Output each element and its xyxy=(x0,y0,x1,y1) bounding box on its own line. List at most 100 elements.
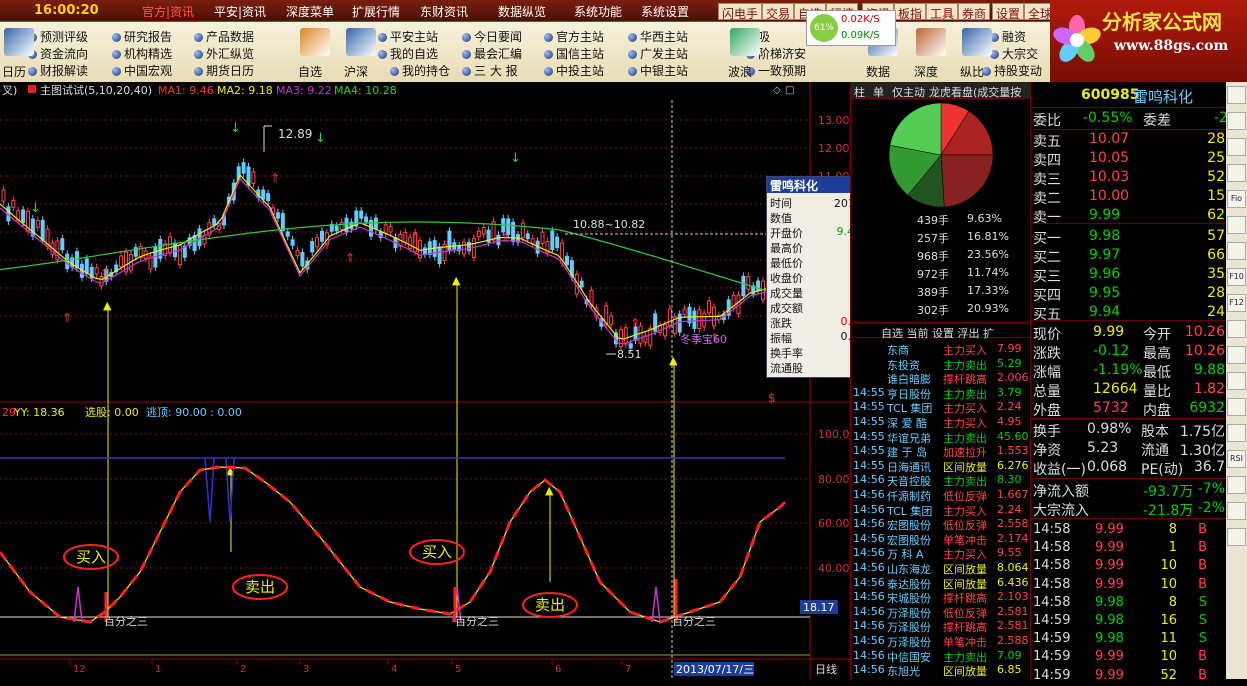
monitor-row[interactable]: 14:56 仟源制药 低位反弹 1.667 xyxy=(851,488,1031,503)
side-tool-button[interactable] xyxy=(1227,502,1246,520)
monitor-row[interactable]: 14:55 华谊兄弟 主力卖出 45.60 xyxy=(851,430,1031,445)
tab-dragon-tiger[interactable]: 龙虎看盘(成交量按 xyxy=(929,84,1021,100)
toolbar-item[interactable]: 官方主站 xyxy=(544,28,604,45)
broker-button[interactable]: 券商 xyxy=(958,3,991,21)
toolbar-item[interactable]: 今日要闻 xyxy=(462,28,522,45)
side-tool-button[interactable]: Fio xyxy=(1227,190,1246,208)
toolbar-big-icon[interactable] xyxy=(730,28,760,56)
monitor-row[interactable]: 14:55 日海通讯 区间放量 6.276 xyxy=(851,459,1031,474)
side-tool-button[interactable] xyxy=(1227,216,1246,234)
toolbar-item[interactable]: 广发主站 xyxy=(628,45,688,62)
tab-order[interactable]: 单 xyxy=(873,84,884,100)
toolbar-big-icon[interactable] xyxy=(346,28,376,56)
toolbar-item[interactable]: 我的持仓 xyxy=(390,62,450,79)
toolbar-big-label[interactable]: 自选 xyxy=(298,63,322,80)
tools-button[interactable]: 工具 xyxy=(926,3,959,21)
trade-button[interactable]: 交易 xyxy=(762,3,795,21)
toolbar-item[interactable]: 三 大 报 xyxy=(462,62,518,79)
toolbar-big-label[interactable]: 日历 xyxy=(2,63,26,80)
toolbar-item[interactable]: 我的自选 xyxy=(378,45,438,62)
toolbar-big-label[interactable]: 波浪 xyxy=(728,63,752,80)
side-tool-button[interactable] xyxy=(1227,372,1246,390)
monitor-row[interactable]: 14:55 亨日股份 主力卖出 3.79 xyxy=(851,386,1031,401)
index-button[interactable]: 板指 xyxy=(894,3,927,21)
monitor-row[interactable]: 14:56 万泽股份 撑杆跳高 2.581 xyxy=(851,619,1031,634)
menu-eastmoney-news[interactable]: 东财资讯 xyxy=(420,3,468,20)
side-tool-button[interactable] xyxy=(1227,242,1246,260)
side-tool-button[interactable] xyxy=(1227,398,1246,416)
menu-official-news[interactable]: 官方|资讯 xyxy=(142,3,194,20)
tab-bar[interactable]: 柱 xyxy=(854,84,865,100)
book-price: 9.95 xyxy=(1089,285,1121,301)
side-tool-button[interactable] xyxy=(1227,138,1246,156)
monitor-row[interactable]: 14:55 TCL 集团 主力买入 2.24 xyxy=(851,400,1031,415)
monitor-row[interactable]: 14:56 TCL 集团 主力买入 2.24 xyxy=(851,503,1031,518)
tab-active[interactable]: 仅主动 xyxy=(892,84,925,100)
toolbar-item[interactable]: 融资 xyxy=(990,28,1026,45)
monitor-row[interactable]: 14:56 宏图股份 低位反弹 2.558 xyxy=(851,517,1031,532)
menu-pingan-news[interactable]: 平安|资讯 xyxy=(214,3,266,20)
toolbar-item[interactable]: 研究报告 xyxy=(112,28,172,45)
monitor-row[interactable]: 14:56 天音控股 主力卖出 8.30 xyxy=(851,473,1031,488)
toolbar-big-label[interactable]: 纵比 xyxy=(960,63,984,80)
toolbar-big-icon[interactable] xyxy=(916,28,946,56)
monitor-row[interactable]: 14:56 万 科 A 主力买入 9.55 xyxy=(851,546,1031,561)
toolbar-item[interactable]: 中国宏观 xyxy=(112,62,172,79)
toolbar-item[interactable]: 机构精选 xyxy=(112,45,172,62)
monitor-row[interactable]: 14:56 东旭光 区间放量 6.85 xyxy=(851,663,1031,678)
monitor-row[interactable]: 东投资 主力卖出 5.29 xyxy=(851,357,1031,372)
side-tool-button[interactable] xyxy=(1227,528,1246,546)
toolbar-item[interactable]: 最会汇编 xyxy=(462,45,522,62)
monitor-row[interactable]: 14:56 中信国安 主力卖出 7.09 xyxy=(851,649,1031,664)
menu-deep[interactable]: 深度菜单 xyxy=(286,3,334,20)
side-tool-button[interactable] xyxy=(1227,86,1246,104)
monitor-row[interactable]: 14:56 万泽股份 低位反弹 2.581 xyxy=(851,605,1031,620)
toolbar-item[interactable]: 预测评级 xyxy=(28,28,88,45)
side-tool-button[interactable] xyxy=(1227,476,1246,494)
monitor-subtabs[interactable]: 自选 当前 设置 浮出 扩 xyxy=(881,325,994,341)
toolbar-big-icon[interactable] xyxy=(300,28,330,56)
toolbar-big-label[interactable]: 深度 xyxy=(914,63,938,80)
toolbar-item[interactable]: 中银主站 xyxy=(628,62,688,79)
side-tool-button[interactable] xyxy=(1227,346,1246,364)
menu-data-overview[interactable]: 数据纵览 xyxy=(498,3,546,20)
side-tool-button[interactable] xyxy=(1227,164,1246,182)
side-tool-button[interactable]: RSI xyxy=(1227,450,1246,468)
menu-system-settings[interactable]: 系统设置 xyxy=(641,3,689,20)
toolbar-item[interactable]: 平安主站 xyxy=(378,28,438,45)
monitor-row[interactable]: 14:56 泰达股份 区间放量 6.436 xyxy=(851,576,1031,591)
monitor-row[interactable]: 14:56 山东海龙 区间放量 8.064 xyxy=(851,561,1031,576)
monitor-row[interactable]: 14:55 深 爱 酷 主力买入 4.95 xyxy=(851,415,1031,430)
toolbar-item[interactable]: 产品数据 xyxy=(194,28,254,45)
toolbar-item[interactable]: 资金流向 xyxy=(28,45,88,62)
toolbar-big-icon[interactable] xyxy=(4,28,34,56)
settings-button[interactable]: 设置 xyxy=(992,3,1025,21)
monitor-row[interactable]: 谁白暗膨 撑杆跳高 2.006 xyxy=(851,371,1031,386)
toolbar-item[interactable]: 一致预期 xyxy=(746,62,806,79)
toolbar-big-label[interactable]: 沪深 xyxy=(344,63,368,80)
toolbar-item[interactable]: 华西主站 xyxy=(628,28,688,45)
monitor-row[interactable]: 14:56 宋城股份 撑杆跳高 2.103 xyxy=(851,590,1031,605)
side-tool-button[interactable] xyxy=(1227,320,1246,338)
menu-system-functions[interactable]: 系统功能 xyxy=(574,3,622,20)
monitor-row[interactable]: 14:56 万泽股份 单笔冲击 2.588 xyxy=(851,634,1031,649)
toolbar-item[interactable]: 中投主站 xyxy=(544,62,604,79)
toolbar-item[interactable]: 大宗交 xyxy=(990,45,1038,62)
menu-extended-quotes[interactable]: 扩展行情 xyxy=(352,3,400,20)
side-tool-button[interactable]: F10 xyxy=(1227,268,1246,286)
side-tool-button[interactable] xyxy=(1227,424,1246,442)
toolbar-big-icon[interactable] xyxy=(962,28,992,56)
flash-trade-button[interactable]: 闪电手 xyxy=(718,3,763,21)
side-tool-button[interactable]: F12 xyxy=(1227,294,1246,312)
toolbar-item[interactable]: 财报解读 xyxy=(28,62,88,79)
monitor-row[interactable]: 14:56 宏图股份 单笔冲击 2.174 xyxy=(851,532,1031,547)
toolbar-item[interactable]: 外汇纵览 xyxy=(194,45,254,62)
side-tool-button[interactable] xyxy=(1227,112,1246,130)
toolbar-big-label[interactable]: 数据 xyxy=(866,63,890,80)
toolbar-item[interactable]: 期货日历 xyxy=(194,62,254,79)
toolbar-item[interactable]: 国信主站 xyxy=(544,45,604,62)
monitor-row[interactable]: 东商 主力买入 7.99 xyxy=(851,342,1031,357)
toolbar-item[interactable]: 持股变动 xyxy=(982,62,1042,79)
kline-chart[interactable]: 13.0012.0011.0010.009.008.007.006.00100.… xyxy=(0,82,850,679)
monitor-row[interactable]: 14:55 建 于 岛 加速拉升 1.553 xyxy=(851,444,1031,459)
